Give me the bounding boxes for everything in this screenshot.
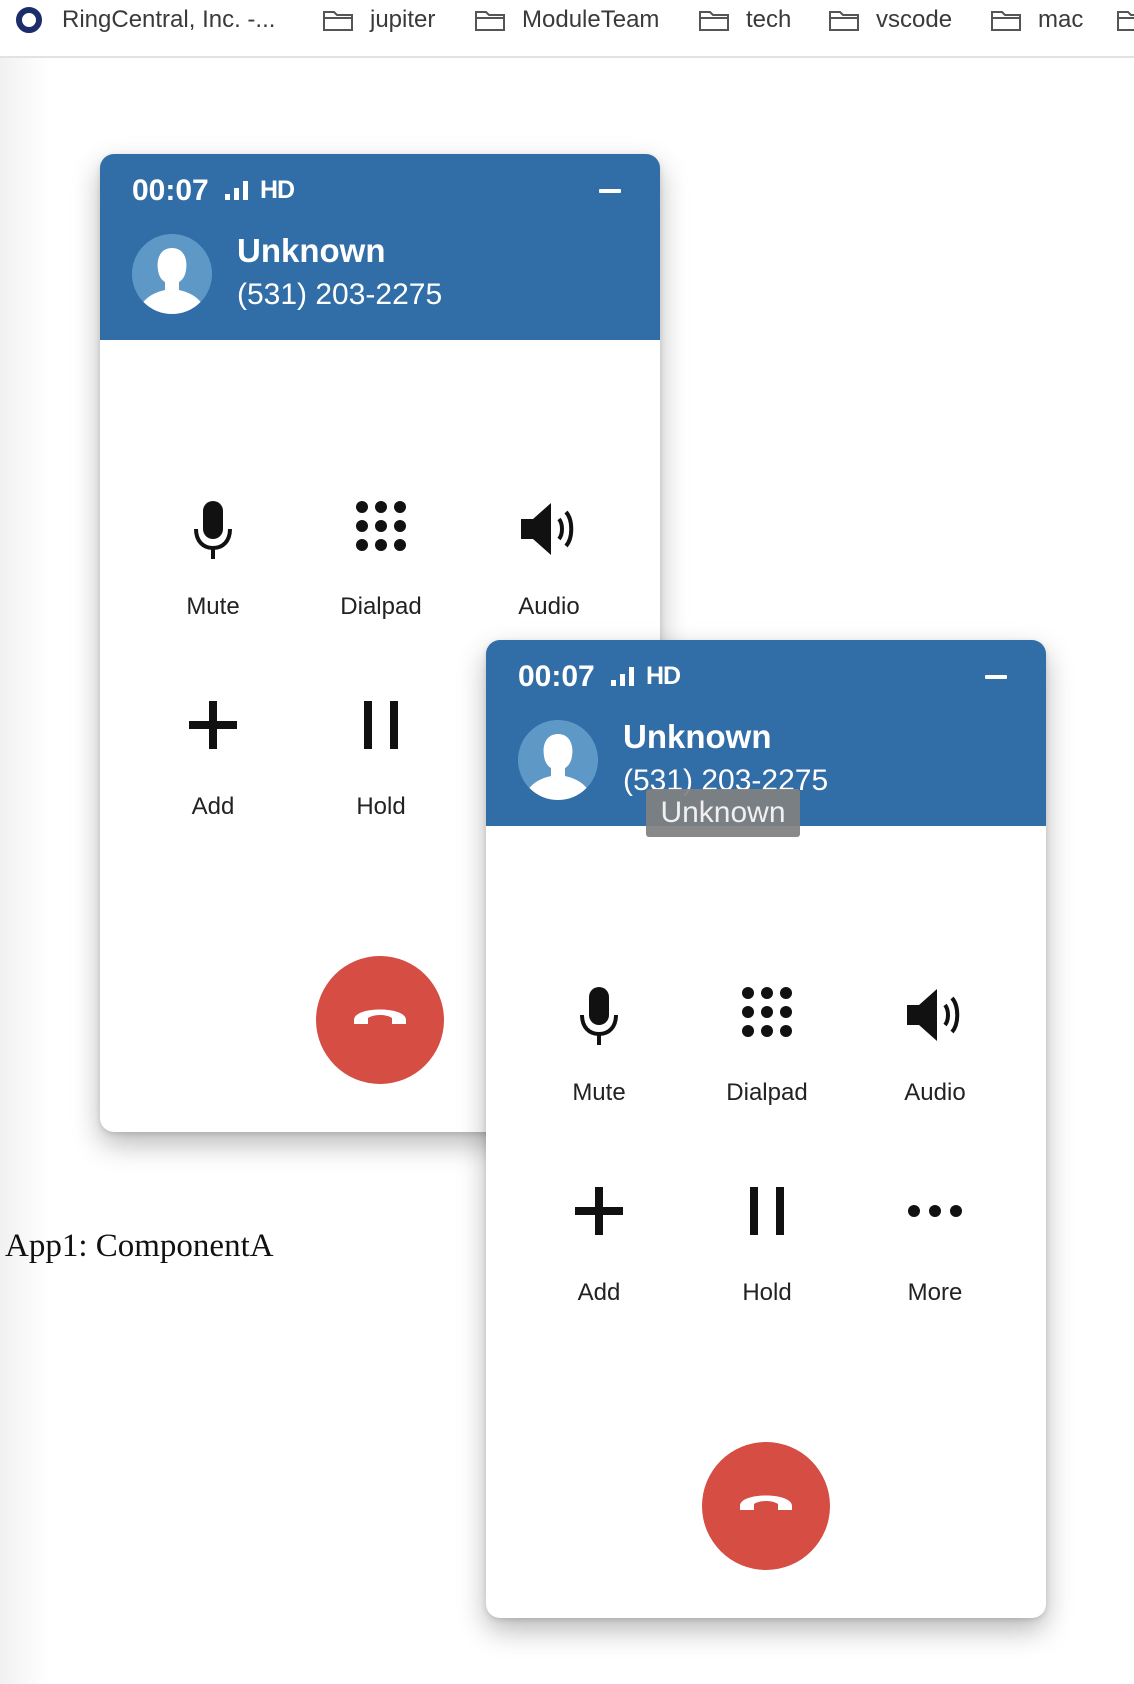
bookmark-label: RingCentral, Inc. -...	[62, 6, 276, 33]
signal-strength-icon	[611, 667, 634, 686]
hd-quality-badge: HD	[260, 176, 295, 204]
add-label: Add	[577, 1279, 621, 1306]
bookmarks-bar: RingCentral, Inc. -... jupiter ModuleTea…	[0, 0, 1134, 58]
add-button[interactable]: Add	[138, 699, 288, 839]
microphone-icon	[194, 501, 232, 559]
bookmark-overflow[interactable]	[1116, 0, 1134, 40]
caller-name-tooltip: Unknown	[646, 789, 800, 837]
pause-icon	[364, 701, 398, 749]
hold-button[interactable]: Hold	[692, 1185, 842, 1325]
plus-icon	[575, 1187, 623, 1235]
dialpad-label: Dialpad	[340, 593, 422, 620]
mute-button[interactable]: Mute	[138, 499, 288, 639]
signal-strength-icon	[225, 181, 248, 200]
mute-label: Mute	[572, 1079, 626, 1106]
hangup-button[interactable]	[702, 1442, 830, 1570]
bookmark-ringcentral[interactable]: RingCentral, Inc. -...	[14, 0, 275, 40]
dialpad-button[interactable]: Dialpad	[692, 985, 842, 1125]
add-button[interactable]: Add	[524, 1185, 674, 1325]
person-icon	[132, 234, 212, 314]
folder-icon	[323, 11, 353, 31]
mute-label: Mute	[186, 593, 240, 620]
call-header: 00:07 HD Unknown (531) 203-2275	[100, 154, 660, 340]
plus-icon	[189, 701, 237, 749]
dialpad-icon	[356, 501, 406, 551]
hold-label: Hold	[356, 793, 406, 820]
call-panel: 00:07 HD Unknown (531) 203-2275 Unknown	[486, 640, 1046, 1618]
hold-label: Hold	[742, 1279, 792, 1306]
bookmark-label: ModuleTeam	[522, 6, 660, 33]
folder-icon	[475, 11, 505, 31]
hold-button[interactable]: Hold	[306, 699, 456, 839]
add-label: Add	[191, 793, 235, 820]
app-label: App1: ComponentA	[5, 1228, 274, 1264]
audio-label: Audio	[904, 1079, 966, 1106]
bookmark-label: mac	[1038, 6, 1084, 33]
avatar	[518, 720, 598, 800]
speaker-icon	[907, 989, 960, 1041]
folder-icon	[991, 11, 1021, 31]
hd-quality-badge: HD	[646, 662, 681, 690]
mute-button[interactable]: Mute	[524, 985, 674, 1125]
bookmark-moduleteam[interactable]: ModuleTeam	[474, 0, 659, 40]
hangup-icon	[354, 1009, 406, 1024]
audio-button[interactable]: Audio	[860, 985, 1010, 1125]
bookmark-vscode[interactable]: vscode	[828, 0, 952, 40]
minimize-button[interactable]	[976, 662, 1016, 692]
bookmark-jupiter[interactable]: jupiter	[322, 0, 435, 40]
dialpad-label: Dialpad	[726, 1079, 808, 1106]
ringcentral-icon	[16, 7, 42, 33]
audio-label: Audio	[518, 593, 580, 620]
caller-number: (531) 203-2275	[237, 278, 443, 311]
minimize-button[interactable]	[590, 176, 630, 206]
page-edge-shadow	[0, 58, 50, 1684]
folder-icon	[1117, 11, 1134, 31]
caller-name: Unknown	[237, 232, 386, 269]
avatar	[132, 234, 212, 314]
bookmark-label: jupiter	[370, 6, 436, 33]
more-dots-icon	[908, 1205, 962, 1217]
bookmark-label: vscode	[876, 6, 953, 33]
speaker-icon	[521, 503, 574, 555]
audio-button[interactable]: Audio	[474, 499, 624, 639]
folder-icon	[829, 11, 859, 31]
more-button[interactable]: More	[860, 1185, 1010, 1325]
more-label: More	[907, 1279, 963, 1306]
hangup-button[interactable]	[316, 956, 444, 1084]
call-timer: 00:07	[518, 660, 595, 693]
bookmark-tech[interactable]: tech	[698, 0, 791, 40]
dialpad-button[interactable]: Dialpad	[306, 499, 456, 639]
bookmark-label: tech	[746, 6, 792, 33]
folder-icon	[699, 11, 729, 31]
dialpad-icon	[742, 987, 792, 1037]
bookmark-mac[interactable]: mac	[990, 0, 1083, 40]
call-timer: 00:07	[132, 174, 209, 207]
microphone-icon	[580, 987, 618, 1045]
hangup-icon	[740, 1495, 792, 1510]
pause-icon	[750, 1187, 784, 1235]
person-icon	[518, 720, 598, 800]
caller-name: Unknown	[623, 718, 772, 755]
